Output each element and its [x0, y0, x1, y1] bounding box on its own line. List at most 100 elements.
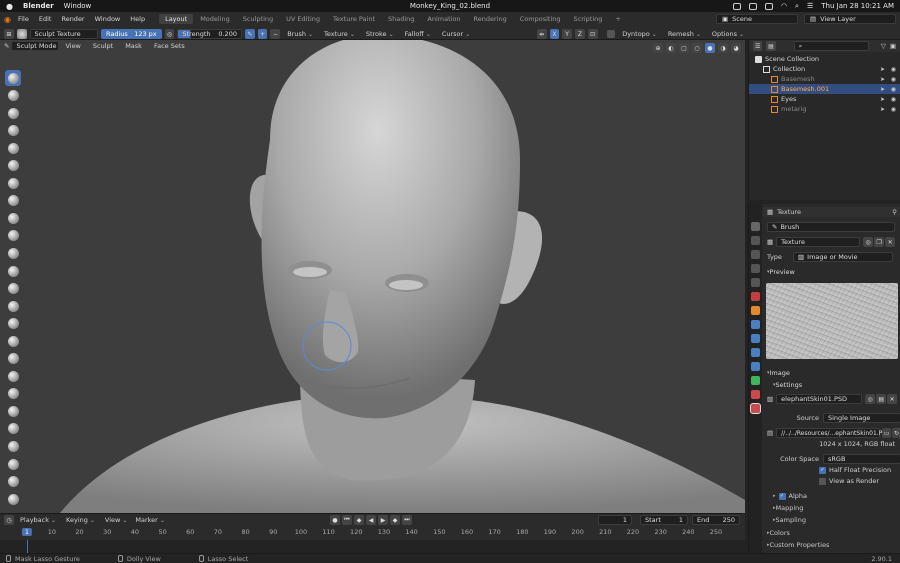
- timeline-editor-icon[interactable]: ◷: [4, 515, 14, 525]
- play-reverse-icon[interactable]: ◀: [366, 515, 376, 525]
- tab-rendering[interactable]: Rendering: [468, 14, 513, 24]
- tab-world-icon[interactable]: [751, 292, 760, 301]
- radius-slider[interactable]: Radius 123 px: [100, 29, 162, 39]
- sculpt-tool-21[interactable]: [5, 421, 21, 437]
- tab-tool-icon[interactable]: [751, 222, 760, 231]
- jump-start-icon[interactable]: ⏮: [342, 515, 352, 525]
- image-name-field[interactable]: elephantSkin01.PSD: [776, 394, 863, 404]
- selectable-icon[interactable]: ➤: [880, 76, 885, 83]
- tab-modeling[interactable]: Modeling: [194, 14, 236, 24]
- timeline-track-area[interactable]: [0, 540, 745, 553]
- display-mode-icon[interactable]: ▤: [766, 41, 776, 51]
- remesh-menu[interactable]: Remesh: [664, 29, 705, 39]
- 3d-viewport[interactable]: ✎ Sculpt Mode View Sculpt Mask Face Sets…: [0, 40, 745, 513]
- sculpt-tool-12[interactable]: [5, 263, 21, 279]
- custom-properties-section[interactable]: Custom Properties: [763, 540, 900, 550]
- sculpted-head-model[interactable]: [0, 40, 745, 513]
- eye-icon[interactable]: ◉: [891, 66, 896, 73]
- brush-context-selector[interactable]: ✎ Brush: [767, 222, 895, 232]
- options-menu[interactable]: Options: [708, 29, 748, 39]
- falloff-menu[interactable]: Falloff: [401, 29, 435, 39]
- outliner-scene-collection[interactable]: Scene Collection: [749, 54, 900, 64]
- sculpt-tool-25[interactable]: [5, 491, 21, 507]
- symmetry-z-toggle[interactable]: Z: [575, 29, 585, 39]
- sculpt-tool-8[interactable]: [5, 193, 21, 209]
- xray-icon[interactable]: ▢: [679, 43, 689, 53]
- app-menu-blender[interactable]: Blender: [23, 2, 54, 10]
- control-center-icon[interactable]: ☰: [807, 2, 813, 10]
- frame-ruler[interactable]: 1 10 20 30 40 50 60 70 80 90 100 110 120 130 140 150 160…: [0, 528, 745, 539]
- tab-compositing[interactable]: Compositing: [514, 14, 567, 24]
- gizmo-icon[interactable]: ⊕: [653, 43, 663, 53]
- half-float-checkbox[interactable]: ✓: [819, 466, 826, 474]
- tab-layout[interactable]: Layout: [159, 14, 194, 24]
- image-browse-icon[interactable]: ▨: [767, 395, 773, 403]
- sculpt-tool-9[interactable]: [5, 210, 21, 226]
- brush-preview-icon[interactable]: [16, 29, 27, 39]
- eye-icon[interactable]: ◉: [891, 106, 896, 113]
- sculpt-tool-18[interactable]: [5, 368, 21, 384]
- end-frame-field[interactable]: End 250: [692, 515, 740, 525]
- tab-render-icon[interactable]: [751, 236, 760, 245]
- start-frame-field[interactable]: Start 1: [640, 515, 688, 525]
- alpha-label[interactable]: Alpha: [789, 492, 807, 500]
- menu-keying[interactable]: Keying: [62, 515, 99, 525]
- selectable-icon[interactable]: ➤: [880, 106, 885, 113]
- tab-texture-icon[interactable]: [750, 403, 761, 414]
- sculpt-tool-2[interactable]: [5, 88, 21, 104]
- lock-icon[interactable]: ⊡: [587, 29, 598, 39]
- outliner-item-5[interactable]: metarig ➤ ◉: [749, 104, 900, 114]
- eye-icon[interactable]: ◉: [891, 76, 896, 83]
- mac-menu-window[interactable]: Window: [64, 2, 92, 10]
- tab-output-icon[interactable]: [751, 250, 760, 259]
- menu-mask[interactable]: Mask: [121, 41, 148, 51]
- brush-name-field[interactable]: Sculpt Texture: [29, 29, 98, 39]
- view-as-render-checkbox[interactable]: [819, 477, 826, 485]
- outliner-search-input[interactable]: ⌕: [793, 41, 869, 51]
- tab-scripting[interactable]: Scripting: [568, 14, 609, 24]
- dyntopo-checkbox[interactable]: [607, 30, 616, 38]
- source-dropdown[interactable]: Single Image: [823, 413, 900, 423]
- view-layer-selector[interactable]: ▤ View Layer: [804, 14, 896, 24]
- tab-constraints-icon[interactable]: [751, 362, 760, 371]
- unlink-icon[interactable]: ✕: [885, 237, 896, 247]
- sculpt-tool-16[interactable]: [5, 333, 21, 349]
- image-section[interactable]: Image: [763, 368, 900, 378]
- next-key-icon[interactable]: ◆: [390, 515, 400, 525]
- battery-icon[interactable]: [764, 2, 773, 10]
- stroke-menu[interactable]: Stroke: [362, 29, 398, 39]
- material-shading-icon[interactable]: ◑: [718, 43, 728, 53]
- tab-material-icon[interactable]: [751, 390, 760, 399]
- tab-particles-icon[interactable]: [751, 334, 760, 343]
- eye-icon[interactable]: ◉: [891, 96, 896, 103]
- pressure-icon[interactable]: ✎: [244, 29, 255, 39]
- sculpt-tool-4[interactable]: [5, 123, 21, 139]
- tab-texture-paint[interactable]: Texture Paint: [327, 14, 381, 24]
- filter-icon[interactable]: ▽: [881, 42, 886, 50]
- dropbox-icon[interactable]: [732, 2, 741, 10]
- sculpt-tool-14[interactable]: [5, 298, 21, 314]
- outliner-item-2[interactable]: Basemesh ➤ ◉: [749, 74, 900, 84]
- record-icon[interactable]: ●: [330, 515, 340, 525]
- add-workspace-button[interactable]: +: [609, 14, 626, 24]
- new-collection-icon[interactable]: ▣: [890, 42, 896, 50]
- outliner-item-4[interactable]: Eyes ➤ ◉: [749, 94, 900, 104]
- preview-section[interactable]: Preview: [763, 267, 900, 277]
- menu-marker[interactable]: Marker: [129, 515, 169, 525]
- solid-shading-icon[interactable]: ●: [705, 43, 715, 53]
- selectable-icon[interactable]: ➤: [880, 86, 885, 93]
- tab-shading[interactable]: Shading: [382, 14, 420, 24]
- tab-object-icon[interactable]: [751, 306, 760, 315]
- tab-physics-icon[interactable]: [751, 348, 760, 357]
- outliner-item-3[interactable]: Basemesh.001 ➤ ◉: [749, 84, 900, 94]
- open-image-icon[interactable]: ▤: [876, 394, 887, 404]
- jump-end-icon[interactable]: ⏭: [402, 515, 412, 525]
- image-fake-user-icon[interactable]: ◎: [865, 394, 876, 404]
- sculpt-tool-3[interactable]: [5, 105, 21, 121]
- sculpt-tool-22[interactable]: [5, 438, 21, 454]
- editor-type-icon[interactable]: ⊞: [4, 29, 14, 39]
- sculpt-tool-10[interactable]: [5, 228, 21, 244]
- tab-animation[interactable]: Animation: [421, 14, 466, 24]
- subtract-direction-button[interactable]: −: [270, 29, 281, 39]
- tab-uv-editing[interactable]: UV Editing: [280, 14, 326, 24]
